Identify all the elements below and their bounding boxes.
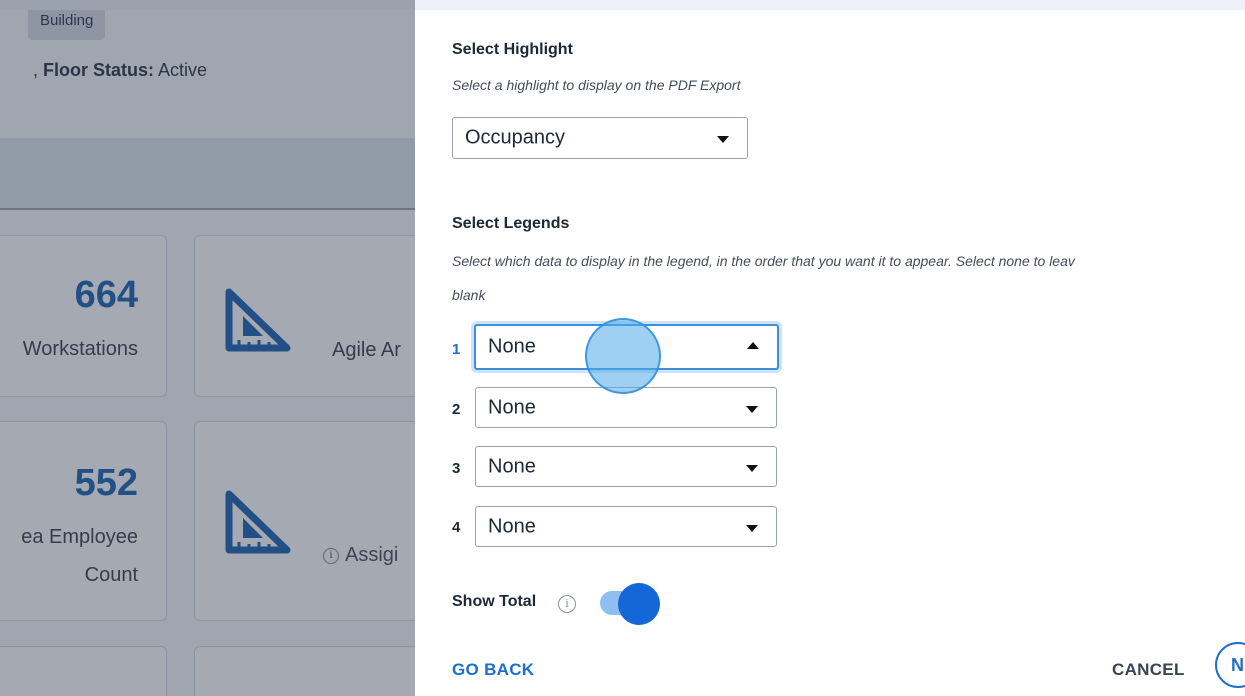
legend-select-1[interactable]: None <box>474 324 779 370</box>
legends-heading: Select Legends <box>452 215 570 232</box>
show-total-label: Show Total <box>452 593 537 610</box>
legend-index-2: 2 <box>452 401 461 418</box>
legend-index-1: 1 <box>452 341 461 358</box>
highlight-heading: Select Highlight <box>452 41 573 58</box>
legends-description-2: blank <box>452 287 486 303</box>
chevron-down-icon <box>746 405 758 413</box>
highlight-select[interactable]: Occupancy <box>452 117 748 159</box>
go-back-button[interactable]: GO BACK <box>452 660 534 680</box>
legends-description: Select which data to display in the lege… <box>452 253 1075 269</box>
next-button[interactable]: N <box>1215 642 1245 688</box>
highlight-description: Select a highlight to display on the PDF… <box>452 77 741 93</box>
legend-select-1-value: None <box>488 335 536 358</box>
chevron-up-icon <box>747 342 759 349</box>
legend-select-3[interactable]: None <box>475 446 777 487</box>
chevron-down-icon <box>746 464 758 472</box>
highlight-select-value: Occupancy <box>465 126 566 149</box>
cancel-button[interactable]: CANCEL <box>1112 660 1185 680</box>
pdf-export-dialog: Select Highlight Select a highlight to d… <box>415 10 1245 696</box>
legend-index-3: 3 <box>452 460 461 477</box>
modal-backdrop[interactable] <box>0 0 415 696</box>
chevron-down-icon <box>746 524 758 532</box>
legend-select-2[interactable]: None <box>475 387 777 428</box>
legend-index-4: 4 <box>452 519 461 536</box>
show-total-toggle-knob[interactable] <box>618 583 660 625</box>
chevron-down-icon <box>717 136 729 143</box>
legend-select-4-value: None <box>488 515 536 537</box>
legend-select-3-value: None <box>488 455 536 477</box>
info-icon[interactable]: i <box>558 595 576 613</box>
legend-select-4[interactable]: None <box>475 506 777 547</box>
legend-select-2-value: None <box>488 396 536 418</box>
